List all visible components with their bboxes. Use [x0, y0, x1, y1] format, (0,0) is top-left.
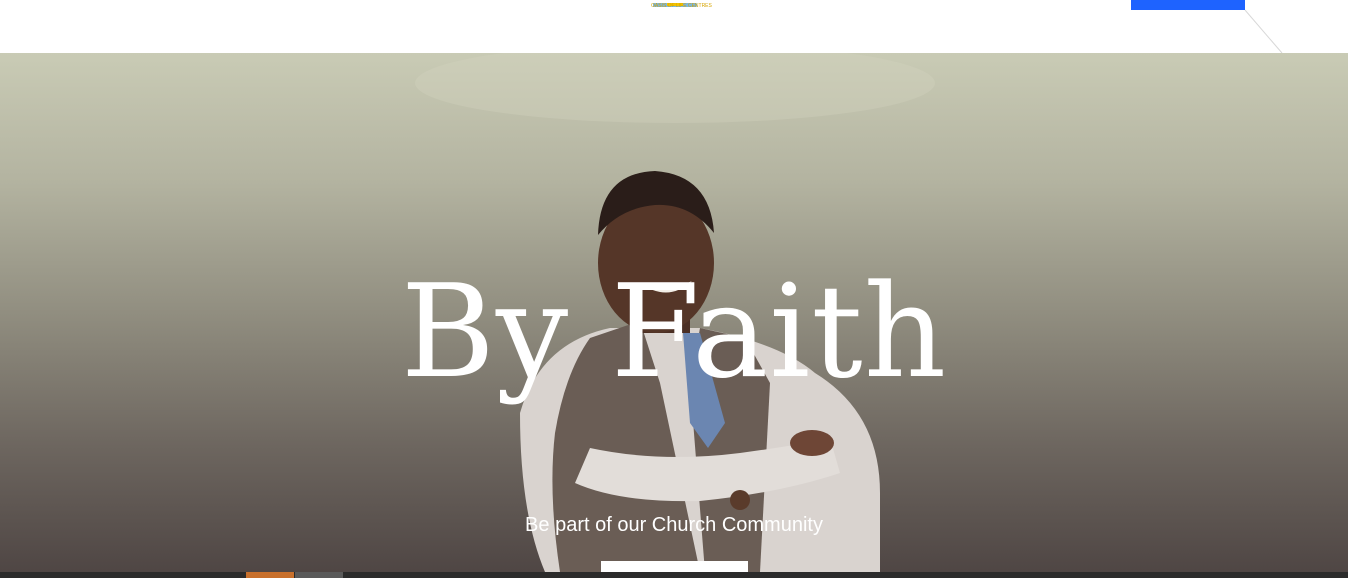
- hero-cta-button[interactable]: [601, 561, 748, 572]
- hero-title: By Faith: [400, 258, 948, 407]
- header-cta-button[interactable]: [1131, 0, 1245, 10]
- tab-active[interactable]: [246, 572, 294, 578]
- tab-secondary[interactable]: [295, 572, 343, 578]
- logo-text: OASIS OF LIFE CENTRES: [651, 3, 712, 9]
- bottom-tab-bar: [0, 572, 1348, 578]
- site-logo[interactable]: OASIS OF LIFE CENTRES: [651, 0, 712, 12]
- hero-subtitle: Be part of our Church Community: [525, 514, 823, 536]
- hero-banner: By Faith Be part of our Church Community: [0, 53, 1348, 572]
- site-header: OASIS OF LIFE CENTRES: [0, 0, 1348, 54]
